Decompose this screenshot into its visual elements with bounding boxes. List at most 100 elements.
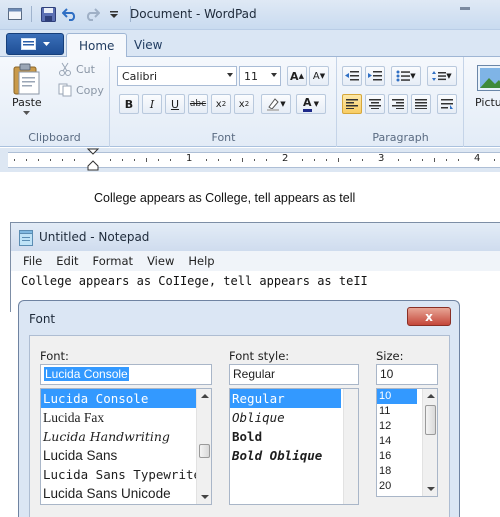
bold-icon[interactable]: B (119, 94, 139, 114)
font-style-input[interactable]: Regular (229, 364, 359, 385)
font-style-list[interactable]: Regular Oblique Bold Bold Oblique (229, 388, 359, 505)
menu-edit[interactable]: Edit (50, 254, 84, 268)
font-size-list[interactable]: 10 11 12 14 16 18 20 (376, 388, 438, 497)
tab-home[interactable]: Home (66, 33, 128, 58)
list-item[interactable]: Oblique (230, 408, 358, 427)
font-style-scrollbar[interactable] (343, 389, 358, 504)
application-menu-button[interactable] (6, 33, 64, 55)
tab-view[interactable]: View (122, 33, 174, 57)
align-left-icon[interactable] (342, 94, 362, 114)
font-size-dialog-value: 10 (380, 367, 394, 381)
list-item[interactable]: Lucida Sans Unicode (41, 484, 211, 503)
minimize-button[interactable] (452, 0, 478, 18)
italic-icon[interactable]: I (142, 94, 162, 114)
picture-icon[interactable] (477, 65, 500, 91)
ruler-mark: 2 (282, 153, 289, 164)
save-icon[interactable] (39, 5, 57, 23)
copy-icon (58, 83, 72, 97)
paragraph-settings-icon[interactable] (437, 94, 457, 114)
font-group-label: Font (211, 131, 236, 144)
cut-button[interactable]: Cut (58, 62, 95, 76)
close-icon: x (425, 309, 433, 324)
wordpad-title: Document - WordPad (130, 7, 257, 21)
indent-marker-icon[interactable] (86, 148, 100, 172)
close-button[interactable]: x (407, 307, 451, 326)
undo-icon[interactable] (61, 5, 79, 23)
scroll-down-icon[interactable] (201, 495, 209, 499)
decrease-indent-icon[interactable] (342, 66, 362, 86)
font-name-value: Lucida Console (44, 367, 129, 381)
ribbon-tab-bar: Home View (0, 30, 500, 58)
list-item[interactable]: Bold (230, 427, 358, 446)
size-label: Size: (376, 349, 404, 363)
underline-icon[interactable]: U (165, 94, 185, 114)
increase-indent-icon[interactable] (365, 66, 385, 86)
menu-help[interactable]: Help (182, 254, 220, 268)
list-item[interactable]: Bold Oblique (230, 446, 358, 465)
superscript-icon[interactable]: x2 (234, 94, 254, 114)
font-list[interactable]: Lucida Console Lucida Fax Lucida Handwri… (40, 388, 212, 505)
align-center-icon[interactable] (365, 94, 385, 114)
paragraph-group: ▼ ▼ Paragraph (338, 57, 464, 147)
subscript-icon[interactable]: x2 (211, 94, 231, 114)
paste-icon[interactable] (8, 61, 44, 97)
list-item[interactable]: Regular (230, 389, 341, 408)
scroll-up-icon[interactable] (427, 394, 435, 398)
font-family-combo[interactable]: Calibri (117, 66, 237, 86)
quick-access-toolbar (6, 5, 134, 23)
strikethrough-icon[interactable]: abc (188, 94, 208, 114)
list-item[interactable]: Lucida Fax (41, 408, 211, 427)
font-color-icon[interactable]: A ▼ (296, 94, 326, 114)
picture-button[interactable]: Pictu (475, 96, 500, 109)
copy-label: Copy (76, 83, 104, 97)
font-name-input[interactable]: Lucida Console (40, 364, 212, 385)
justify-icon[interactable] (411, 94, 431, 114)
clipboard-group: Paste Cut Copy Clipboard (0, 57, 110, 147)
wordpad-document[interactable]: College appears as College, tell appears… (0, 172, 500, 222)
list-item[interactable]: 10 (377, 389, 417, 404)
window-menu-icon[interactable] (6, 5, 24, 23)
menu-view[interactable]: View (141, 254, 180, 268)
scroll-thumb[interactable] (199, 444, 210, 458)
font-list-scrollbar[interactable] (196, 389, 211, 504)
paste-dropdown-icon[interactable] (23, 111, 30, 116)
notepad-text: College appears as CoIIege, tell appears… (21, 274, 368, 288)
qat-separator (31, 6, 32, 22)
font-size-combo[interactable]: 11 (239, 66, 281, 86)
list-item[interactable]: Lucida Handwriting (41, 427, 211, 446)
font-dialog-title: Font (29, 312, 56, 326)
grow-font-icon[interactable]: A ▲ (287, 66, 307, 86)
list-item[interactable]: Lucida Console (41, 389, 211, 408)
paragraph-group-label: Paragraph (372, 131, 429, 144)
scissors-icon (59, 62, 71, 76)
cut-label: Cut (76, 62, 95, 76)
align-right-icon[interactable] (388, 94, 408, 114)
ruler-mark: 4 (474, 153, 481, 164)
ribbon: Paste Cut Copy Clipboard Calibri 11 A ▲ A… (0, 57, 500, 147)
menu-format[interactable]: Format (87, 254, 140, 268)
line-spacing-icon[interactable]: ▼ (427, 66, 457, 86)
document-text: College appears as College, tell appears… (94, 191, 356, 205)
list-item[interactable]: Lucida Sans Typewriter (41, 465, 211, 484)
bullets-icon[interactable]: ▼ (391, 66, 421, 86)
font-style-value: Regular (233, 367, 276, 381)
list-item[interactable]: Lucida Sans (41, 446, 211, 465)
scroll-thumb[interactable] (425, 405, 436, 435)
paste-button[interactable]: Paste (12, 96, 42, 109)
ruler: 1 2 3 4 (0, 148, 500, 172)
scroll-up-icon[interactable] (201, 394, 209, 398)
scroll-down-icon[interactable] (427, 487, 435, 491)
notepad-menubar: File Edit Format View Help (11, 251, 500, 271)
font-size-input[interactable]: 10 (376, 364, 438, 385)
redo-icon[interactable] (83, 5, 101, 23)
menu-file[interactable]: File (17, 254, 48, 268)
shrink-font-icon[interactable]: A ▼ (309, 66, 329, 86)
font-size-scrollbar[interactable] (422, 389, 437, 496)
customize-qat-icon[interactable] (105, 5, 123, 23)
font-group: Calibri 11 A ▲ A ▼ B I U abc x2 x2 ▼ A ▼ Fo… (111, 57, 337, 147)
ruler-mark: 3 (378, 153, 385, 164)
wordpad-titlebar: Document - WordPad (0, 0, 500, 30)
copy-button[interactable]: Copy (58, 83, 104, 97)
highlight-color-icon[interactable]: ▼ (261, 94, 291, 114)
chevron-down-icon (271, 73, 277, 77)
